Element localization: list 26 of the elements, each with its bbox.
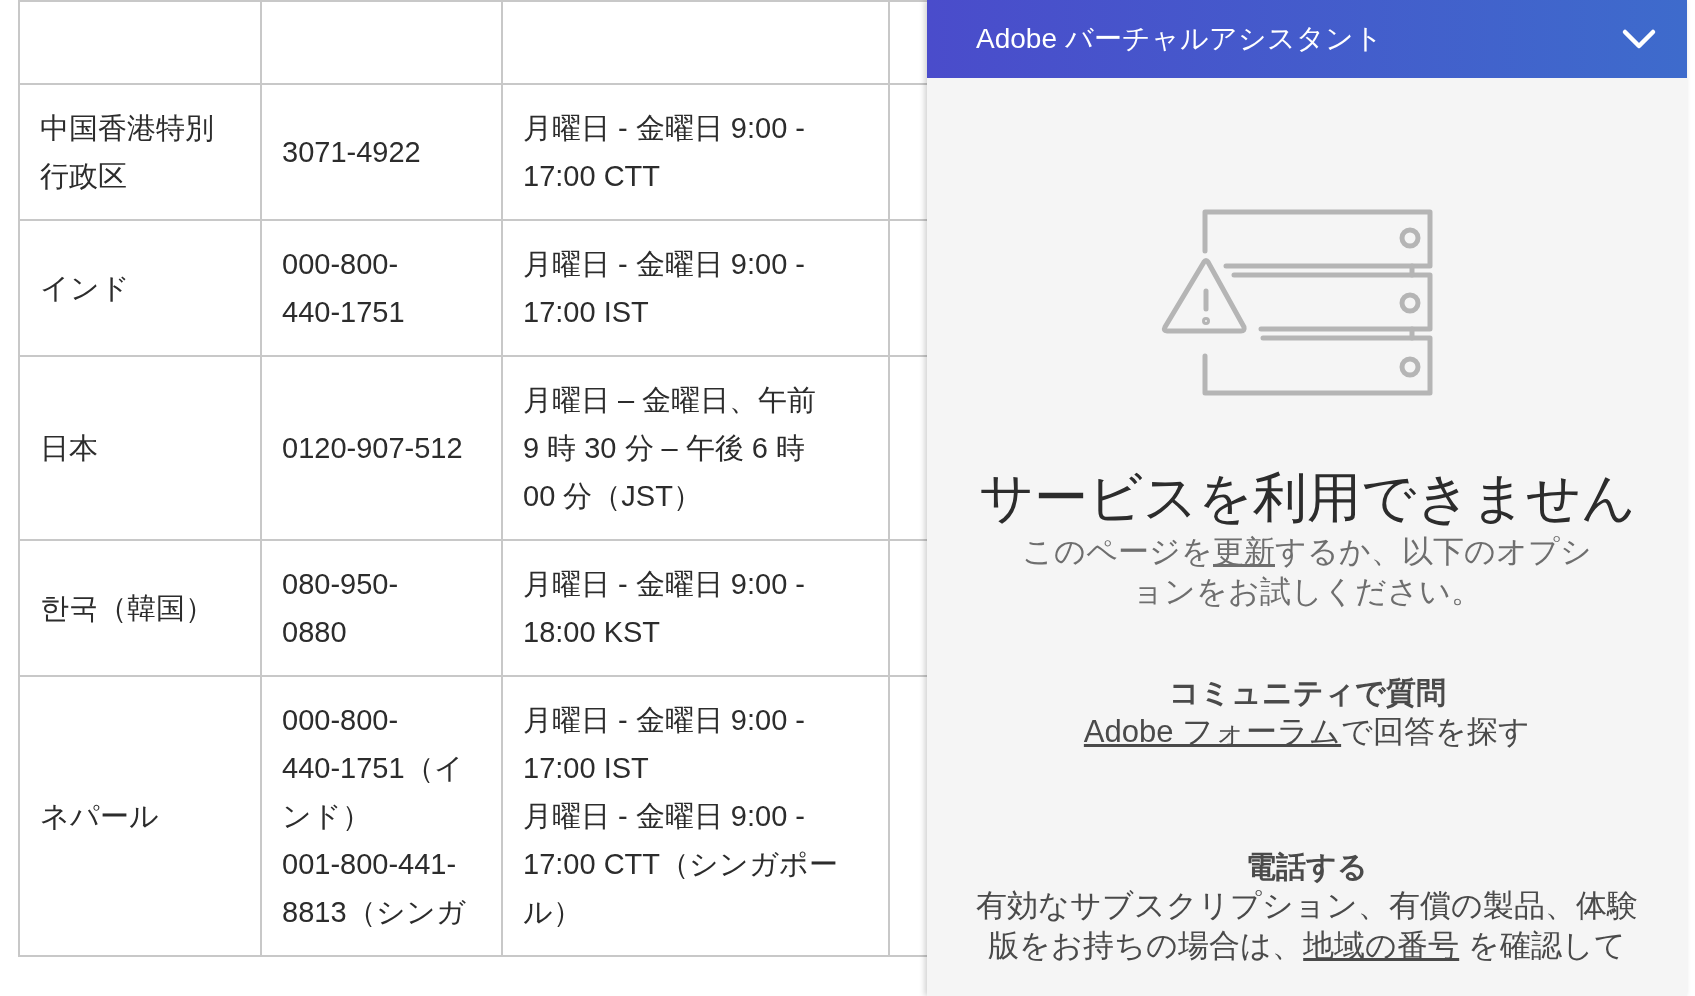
table-cell-text: 月曜日 - 金曜日 9:00 - 17:00 IST [523, 247, 806, 330]
table-cell-text: ネパール [40, 799, 160, 834]
section-heading: コミュニティで質問 [1167, 675, 1447, 711]
collapse-button[interactable] [1621, 27, 1657, 51]
table-cell-text: 0120-907-512 [282, 431, 464, 466]
table-cell-text: 中国香港特別 行政区 [40, 111, 215, 194]
error-heading: サービスを利用できません [977, 466, 1637, 529]
table-cell-text: 月曜日 - 金曜日 9:00 - 18:00 KST [523, 567, 806, 650]
error-message: このページを更新するか、以下のオプションをお試しください。 [1021, 533, 1593, 611]
section-heading: 電話する [1245, 849, 1369, 885]
table-cell-text: 月曜日 – 金曜日、午前 9 時 30 分 – 午後 6 時 00 分（JST） [523, 383, 818, 514]
local-number-link[interactable]: 地域の番号 [1303, 928, 1460, 963]
table-cell-text: 日本 [40, 431, 99, 466]
table-cell-text: 080-950- 0880 [282, 567, 400, 650]
table-cell-text: 月曜日 - 金曜日 9:00 - 17:00 IST 月曜日 - 金曜日 9:00 - 17:00 CTT（シンガポー ル） [523, 703, 839, 930]
table-cell-text: 한국（韓国） [40, 591, 215, 626]
forum-link[interactable]: Adobe フォーラム [1083, 714, 1342, 749]
section-text: Adobe フォーラムで回答を探す [1082, 713, 1532, 751]
table-cell-text: 000-800- 440-1751 [282, 247, 406, 330]
table-cell-text: 月曜日 - 金曜日 9:00 - 17:00 CTT [523, 111, 806, 194]
refresh-link[interactable]: 更新 [1213, 534, 1275, 569]
panel-title: Adobe バーチャルアシスタント [976, 22, 1383, 56]
table-cell-text: 000-800- 440-1751（イ ンド） 001-800-441- 8813（シンガ [282, 703, 467, 930]
table-cell-text: インド [40, 271, 131, 306]
table-cell-text: 3071-4922 [282, 135, 422, 170]
section-text: 有効なサブスクリプション、有償の製品、体験版をお持ちの場合は、地域の番号 を確認して [975, 887, 1639, 965]
